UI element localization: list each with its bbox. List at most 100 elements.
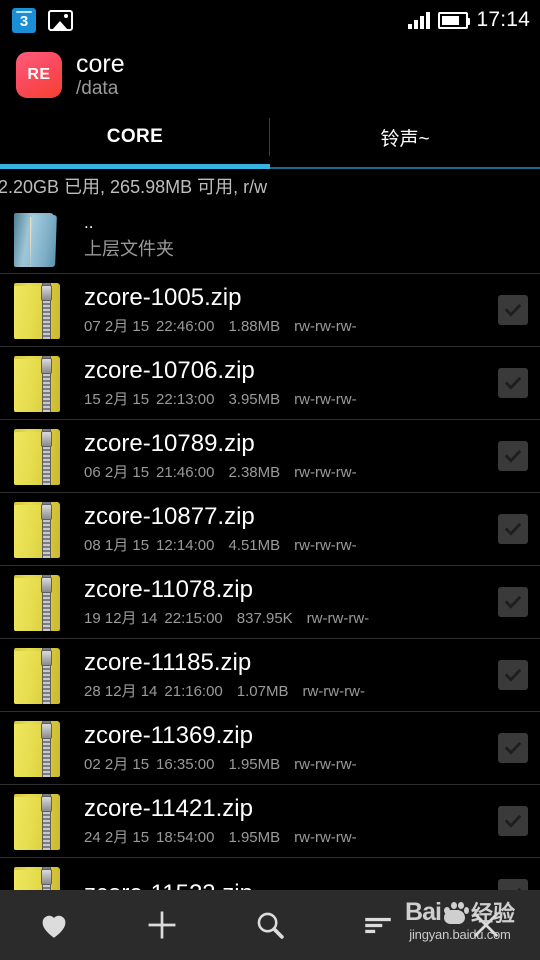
parent-folder-row[interactable]: .. 上层文件夹 xyxy=(0,202,540,274)
file-permissions: rw-rw-rw- xyxy=(306,610,370,628)
table-row[interactable]: zcore-1005.zip 07 2月 15 22:46:00 1.88MB rw-r… xyxy=(0,274,540,347)
file-time: 18:54:00 xyxy=(156,829,215,847)
file-time: 22:15:00 xyxy=(164,610,223,628)
favorite-button[interactable] xyxy=(0,890,108,960)
storage-info: 2.20GB 已用, 265.98MB 可用, r/w xyxy=(0,177,268,197)
root-explorer-icon[interactable]: RE xyxy=(16,52,62,98)
image-icon xyxy=(48,9,73,31)
zip-folder-icon xyxy=(8,352,68,414)
file-size: 837.95K xyxy=(236,610,293,628)
file-time: 22:13:00 xyxy=(156,391,215,409)
row-checkbox[interactable] xyxy=(498,587,528,617)
file-meta: zcore-10789.zip 06 2月 15 21:46:00 2.38MB rw-… xyxy=(68,430,498,483)
zip-folder-icon xyxy=(8,425,68,487)
file-permissions: rw-rw-rw- xyxy=(294,464,357,482)
table-row[interactable]: zcore-11078.zip 19 12月 14 22:15:00 837.95K r… xyxy=(0,566,540,639)
row-checkbox[interactable] xyxy=(498,441,528,471)
status-indicators: 17:14 xyxy=(408,8,530,32)
table-row[interactable]: zcore-10877.zip 08 1月 15 12:14:00 4.51MB rw-… xyxy=(0,493,540,566)
zip-folder-icon xyxy=(8,571,68,633)
row-checkbox[interactable] xyxy=(498,514,528,544)
table-row[interactable]: zcore-11369.zip 02 2月 15 16:35:00 1.95MB rw-… xyxy=(0,712,540,785)
file-date: 15 2月 15 xyxy=(84,391,150,409)
heart-icon xyxy=(42,915,66,938)
file-size: 1.95MB xyxy=(228,756,281,774)
file-meta: zcore-10877.zip 08 1月 15 12:14:00 4.51MB rw-… xyxy=(68,503,498,556)
add-button[interactable] xyxy=(108,890,216,960)
tab-core[interactable]: CORE xyxy=(0,110,270,164)
file-date: 28 12月 14 xyxy=(84,683,158,701)
check-icon xyxy=(504,449,522,463)
check-icon xyxy=(504,303,522,317)
file-time: 21:16:00 xyxy=(164,683,223,701)
file-size: 1.07MB xyxy=(236,683,289,701)
tab-indicator xyxy=(0,164,540,169)
zip-folder-icon xyxy=(8,717,68,779)
file-meta: zcore-1005.zip 07 2月 15 22:46:00 1.88MB rw-r… xyxy=(68,284,498,337)
file-date: 06 2月 15 xyxy=(84,464,150,482)
file-permissions: rw-rw-rw- xyxy=(294,537,357,555)
file-details: 28 12月 14 21:16:00 1.07MB rw-rw-rw- xyxy=(84,680,498,701)
tab-bar: CORE 铃声~ xyxy=(0,110,540,164)
file-details: 24 2月 15 18:54:00 1.95MB rw-rw-rw- xyxy=(84,826,498,847)
folder-blue-icon xyxy=(8,207,68,269)
calendar-badge-label: 3 xyxy=(19,12,29,30)
check-icon xyxy=(504,376,522,390)
app-header: RE core /data xyxy=(0,40,540,110)
file-list[interactable]: .. 上层文件夹 zcore-1005.zip 07 2月 15 22:46:00 1… xyxy=(0,202,540,931)
row-checkbox[interactable] xyxy=(498,806,528,836)
table-row[interactable]: zcore-10789.zip 06 2月 15 21:46:00 2.38MB rw-… xyxy=(0,420,540,493)
plus-icon xyxy=(148,911,176,939)
file-time: 21:46:00 xyxy=(156,464,215,482)
file-details: 15 2月 15 22:13:00 3.95MB rw-rw-rw- xyxy=(84,388,498,409)
file-date: 02 2月 15 xyxy=(84,756,150,774)
file-details: 07 2月 15 22:46:00 1.88MB rw-rw-rw- xyxy=(84,315,498,336)
file-meta: zcore-10706.zip 15 2月 15 22:13:00 3.95MB rw-… xyxy=(68,357,498,410)
zip-folder-icon xyxy=(8,790,68,852)
file-details: 19 12月 14 22:15:00 837.95K rw-rw-rw- xyxy=(84,607,498,628)
status-clock: 17:14 xyxy=(476,8,530,31)
table-row[interactable]: zcore-11185.zip 28 12月 14 21:16:00 1.07MB rw… xyxy=(0,639,540,712)
file-details: 08 1月 15 12:14:00 4.51MB rw-rw-rw- xyxy=(84,534,498,555)
file-permissions: rw-rw-rw- xyxy=(294,756,357,774)
row-checkbox[interactable] xyxy=(498,660,528,690)
file-meta: zcore-11078.zip 19 12月 14 22:15:00 837.95K r… xyxy=(68,576,498,629)
file-size: 2.38MB xyxy=(228,464,281,482)
check-icon xyxy=(504,595,522,609)
file-size: 1.88MB xyxy=(228,318,281,336)
calendar-icon: 3 xyxy=(12,7,36,33)
search-icon xyxy=(257,912,284,939)
search-button[interactable] xyxy=(216,890,324,960)
row-checkbox[interactable] xyxy=(498,295,528,325)
row-checkbox[interactable] xyxy=(498,733,528,763)
sort-button[interactable] xyxy=(324,890,432,960)
file-meta: zcore-11369.zip 02 2月 15 16:35:00 1.95MB rw-… xyxy=(68,722,498,775)
row-checkbox[interactable] xyxy=(498,368,528,398)
status-bar: 3 17:14 xyxy=(0,0,540,40)
parent-folder-meta: .. 上层文件夹 xyxy=(68,213,540,262)
table-row[interactable]: zcore-11421.zip 24 2月 15 18:54:00 1.95MB rw-… xyxy=(0,785,540,858)
close-button[interactable] xyxy=(432,890,540,960)
sort-icon xyxy=(365,917,391,934)
header-titles: core /data xyxy=(76,50,125,99)
file-details: 02 2月 15 16:35:00 1.95MB rw-rw-rw- xyxy=(84,753,498,774)
app-icon-label: RE xyxy=(27,66,51,83)
battery-icon xyxy=(438,11,471,29)
file-time: 16:35:00 xyxy=(156,756,215,774)
file-name: zcore-1005.zip xyxy=(84,283,242,311)
table-row[interactable]: zcore-10706.zip 15 2月 15 22:13:00 3.95MB rw-… xyxy=(0,347,540,420)
tab-core-label: CORE xyxy=(106,126,164,147)
check-icon xyxy=(504,814,522,828)
file-name: zcore-10706.zip xyxy=(84,356,255,384)
zip-folder-icon xyxy=(8,498,68,560)
tab-ringtone-label: 铃声~ xyxy=(380,128,430,150)
file-permissions: rw-rw-rw- xyxy=(294,318,357,336)
file-manager-screen: 3 17:14 RE core /data CORE 铃声~ 2.20GB 已用… xyxy=(0,0,540,960)
file-permissions: rw-rw-rw- xyxy=(294,391,357,409)
file-time: 12:14:00 xyxy=(156,537,215,555)
file-time: 22:46:00 xyxy=(156,318,215,336)
tab-ringtone[interactable]: 铃声~ xyxy=(270,110,540,164)
file-name: zcore-11185.zip xyxy=(84,648,252,676)
file-date: 07 2月 15 xyxy=(84,318,150,336)
zip-folder-icon xyxy=(8,279,68,341)
